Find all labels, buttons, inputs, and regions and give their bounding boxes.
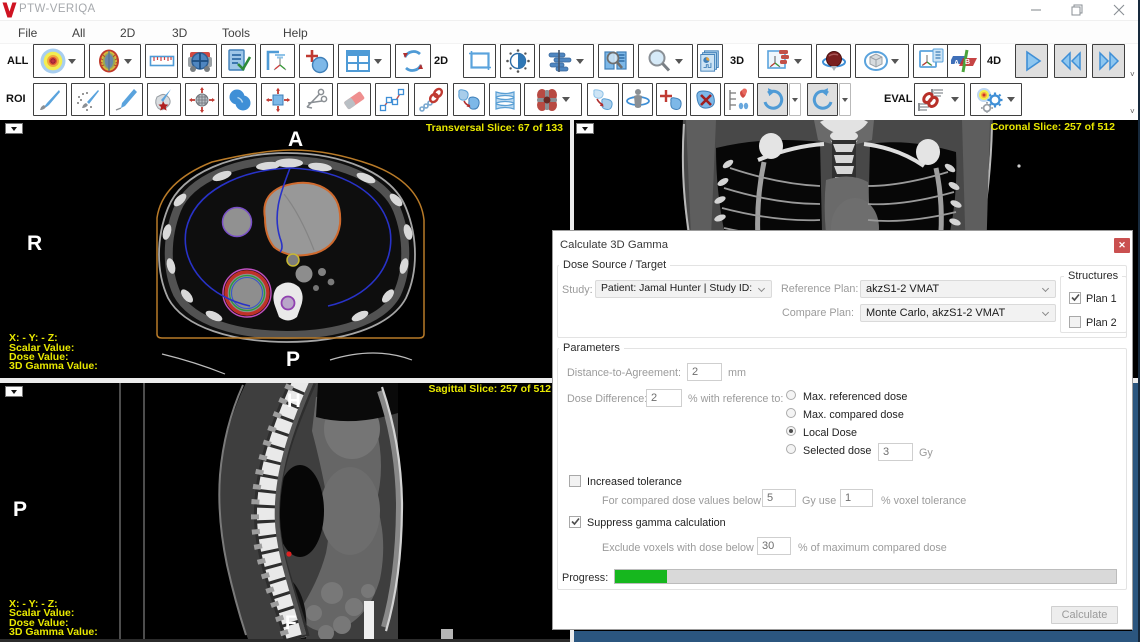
svg-text:A: A <box>954 60 959 67</box>
svg-text:F: F <box>285 613 297 634</box>
svg-text:P: P <box>286 348 300 371</box>
svg-text:P: P <box>13 498 27 521</box>
svg-text:A: A <box>288 128 303 151</box>
svg-text:H: H <box>287 391 301 412</box>
svg-text:B: B <box>965 59 970 66</box>
svg-text:R: R <box>27 232 42 255</box>
